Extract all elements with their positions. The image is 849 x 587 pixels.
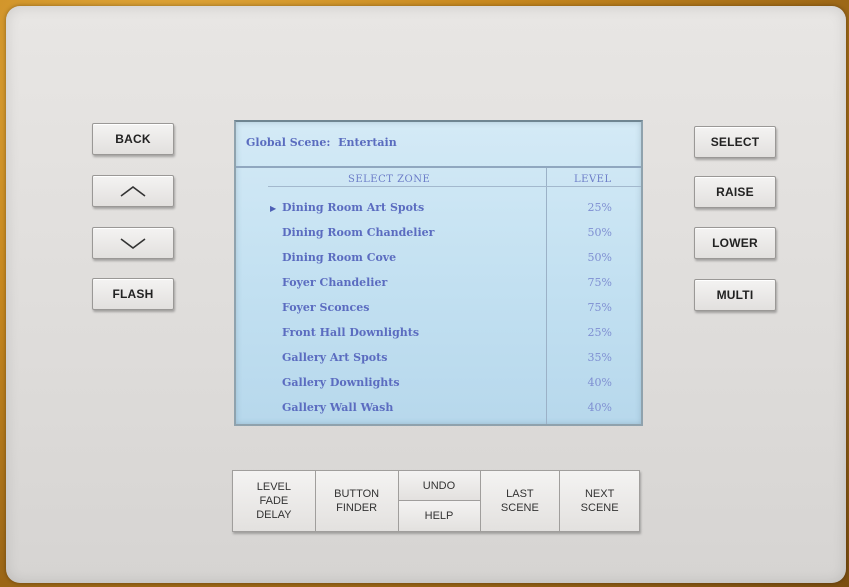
zone-level: 75%	[587, 276, 612, 289]
zone-level: 50%	[587, 251, 612, 264]
zone-level: 40%	[587, 376, 612, 389]
zone-row[interactable]: Front Hall Downlights 25%	[236, 323, 641, 348]
zone-level: 50%	[587, 226, 612, 239]
flash-button[interactable]: FLASH	[92, 278, 174, 310]
last-scene-button[interactable]: LAST SCENE	[479, 470, 561, 532]
bottom-button-bar: LEVEL FADE DELAY BUTTON FINDER UNDO HELP…	[232, 470, 640, 532]
zone-row[interactable]: Foyer Chandelier 75%	[236, 273, 641, 298]
zone-name: Gallery Wall Wash	[282, 401, 394, 414]
undo-help-stack: UNDO HELP	[397, 470, 481, 532]
title-divider	[236, 166, 641, 168]
select-button[interactable]: SELECT	[694, 126, 776, 158]
level-fade-delay-button[interactable]: LEVEL FADE DELAY	[232, 470, 316, 532]
level-column-header: LEVEL	[574, 174, 612, 185]
next-scene-button[interactable]: NEXT SCENE	[559, 470, 640, 532]
zone-level: 35%	[587, 351, 612, 364]
scroll-up-button[interactable]	[92, 175, 174, 207]
zone-row[interactable]: Foyer Sconces 75%	[236, 298, 641, 323]
scroll-down-button[interactable]	[92, 227, 174, 259]
zone-level: 25%	[587, 201, 612, 214]
zone-name: Gallery Downlights	[282, 376, 400, 389]
chevron-up-icon	[120, 186, 146, 197]
zone-row[interactable]: Gallery Wall Wash 40%	[236, 398, 641, 423]
zone-row[interactable]: ▶ Dining Room Art Spots 25%	[236, 198, 641, 223]
scene-title: Global Scene: Entertain	[246, 136, 397, 149]
zone-name: Dining Room Chandelier	[282, 226, 435, 239]
zone-name: Dining Room Cove	[282, 251, 397, 264]
zone-row[interactable]: Gallery Art Spots 35%	[236, 348, 641, 373]
zone-level: 75%	[587, 301, 612, 314]
zone-row[interactable]: Gallery Downlights 40%	[236, 373, 641, 398]
back-button[interactable]: BACK	[92, 123, 174, 155]
lower-button[interactable]: LOWER	[694, 227, 776, 259]
zone-name: Front Hall Downlights	[282, 326, 420, 339]
zone-column-header: SELECT ZONE	[348, 174, 431, 185]
zone-level: 40%	[587, 401, 612, 414]
zone-name: Foyer Sconces	[282, 301, 370, 314]
raise-button[interactable]: RAISE	[694, 176, 776, 208]
button-finder-button[interactable]: BUTTON FINDER	[314, 470, 399, 532]
zone-name: Foyer Chandelier	[282, 276, 388, 289]
zone-name: Dining Room Art Spots	[282, 201, 425, 214]
zone-row[interactable]: Dining Room Chandelier 50%	[236, 223, 641, 248]
lcd-screen: Global Scene: Entertain SELECT ZONE LEVE…	[234, 120, 643, 426]
multi-button[interactable]: MULTI	[694, 279, 776, 311]
chevron-down-icon	[120, 238, 146, 249]
keypad-panel: BACK FLASH SELECT RAISE LOWER MULTI Glob…	[6, 6, 846, 583]
undo-button[interactable]: UNDO	[397, 470, 481, 501]
zone-level: 25%	[587, 326, 612, 339]
zone-name: Gallery Art Spots	[282, 351, 388, 364]
selection-arrow-icon: ▶	[270, 203, 277, 213]
zone-row[interactable]: Dining Room Cove 50%	[236, 248, 641, 273]
header-divider	[268, 186, 641, 187]
help-button[interactable]: HELP	[397, 500, 481, 532]
